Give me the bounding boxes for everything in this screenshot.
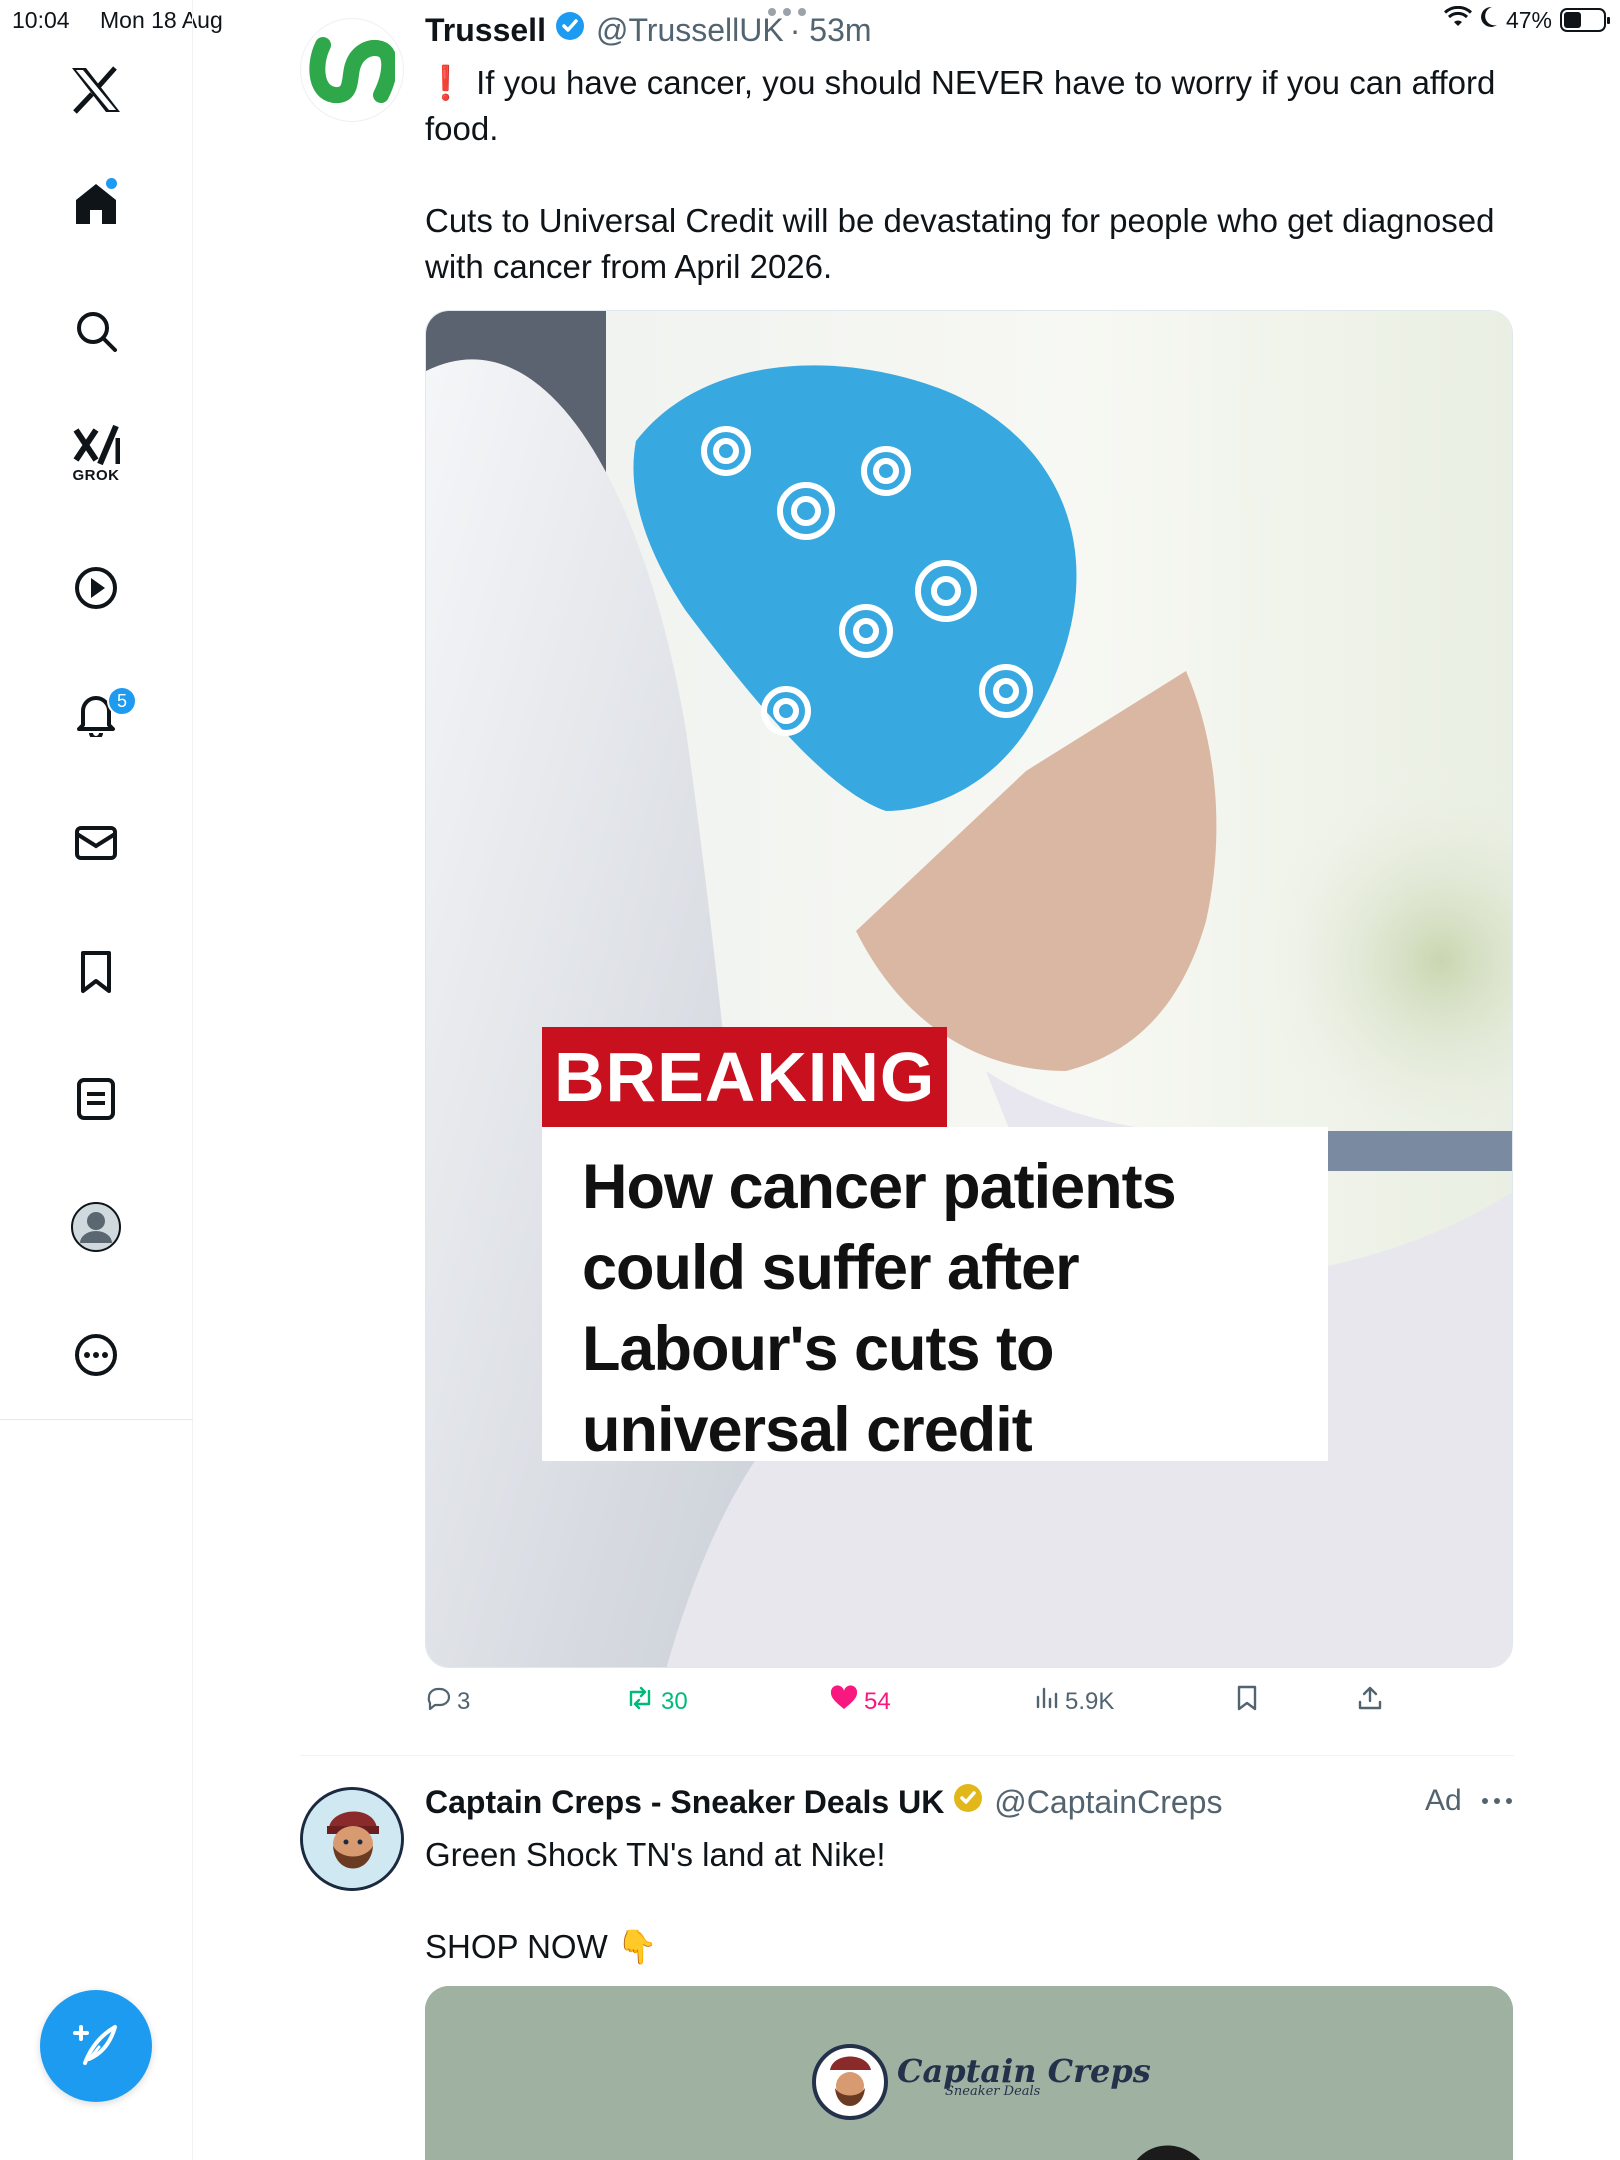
- grok-icon: [72, 424, 120, 466]
- sidebar-item-grok[interactable]: GROK: [61, 419, 131, 489]
- tweet-header: Trussell @TrussellUK · 53m: [425, 10, 872, 50]
- headline-box: How cancer patients could suffer after L…: [542, 1127, 1328, 1465]
- tweet-actions: 3 30 54 5.9K: [425, 1685, 1425, 1729]
- ad-cta-text: SHOP NOW: [425, 1928, 608, 1965]
- bookmark-icon: [1235, 1685, 1259, 1718]
- sidebar-item-video[interactable]: [61, 553, 131, 623]
- ad-logo-subtext: Sneaker Deals: [945, 2084, 1041, 2099]
- bookmark-icon: [73, 949, 119, 995]
- sidebar: GROK 5: [0, 0, 193, 2160]
- sidebar-item-profile[interactable]: [61, 1192, 131, 1262]
- compose-button[interactable]: [40, 1990, 152, 2102]
- headline-line-1: How cancer patients: [582, 1152, 1177, 1222]
- author-handle[interactable]: @TrussellUK: [596, 12, 784, 49]
- tweet-text-line-2: Cuts to Universal Credit will be devasta…: [425, 202, 1495, 285]
- sidebar-item-more[interactable]: [61, 1320, 131, 1390]
- ad-text: Green Shock TN's land at Nike! SHOP NOW …: [425, 1832, 886, 1970]
- breaking-label: BREAKING: [542, 1027, 948, 1127]
- share-button[interactable]: [1357, 1685, 1383, 1718]
- views-count: 5.9K: [1065, 1687, 1115, 1715]
- repost-count: 30: [661, 1687, 688, 1715]
- exclamation-emoji: ❗: [425, 64, 467, 101]
- ad-author-name[interactable]: Captain Creps - Sneaker Deals UK: [425, 1784, 944, 1821]
- headline-line-4: universal credit: [582, 1395, 1033, 1465]
- ad-author-handle[interactable]: @CaptainCreps: [994, 1784, 1222, 1821]
- pointing-down-emoji: 👇: [616, 1928, 659, 1965]
- more-options-icon[interactable]: [1480, 1786, 1514, 1821]
- repost-icon: [625, 1685, 655, 1718]
- reply-icon: [425, 1685, 451, 1718]
- more-icon: [73, 1332, 119, 1378]
- trussell-avatar[interactable]: [300, 18, 404, 122]
- heart-icon: [830, 1685, 858, 1718]
- home-notification-dot: [106, 178, 117, 189]
- gold-verified-badge-icon: [952, 1782, 984, 1822]
- profile-icon: [70, 1201, 122, 1253]
- notification-badge: 5: [107, 686, 137, 716]
- list-icon: [73, 1076, 119, 1122]
- battery-percent: 47%: [1505, 6, 1552, 33]
- share-icon: [1357, 1685, 1383, 1718]
- play-icon: [73, 565, 119, 611]
- like-button[interactable]: 54: [830, 1685, 891, 1718]
- sidebar-item-bookmarks[interactable]: [61, 937, 131, 1007]
- status-right: 47%: [1443, 5, 1610, 34]
- tweet-text-line-1: If you have cancer, you should NEVER hav…: [425, 64, 1496, 147]
- ad-text-line-1: Green Shock TN's land at Nike!: [425, 1836, 886, 1873]
- sidebar-item-lists[interactable]: [61, 1064, 131, 1134]
- sidebar-item-home[interactable]: [61, 168, 131, 238]
- captain-creps-logo-icon: [303, 1790, 401, 1888]
- views-chart-icon: [1033, 1685, 1059, 1718]
- headline-line-3: Labour's cuts to: [582, 1314, 1055, 1384]
- battery-icon: [1560, 8, 1610, 32]
- author-name[interactable]: Trussell: [425, 12, 546, 49]
- like-count: 54: [864, 1687, 891, 1715]
- tweet-media-image[interactable]: BREAKING How cancer patients could suffe…: [425, 310, 1513, 1668]
- sidebar-divider: [0, 1419, 193, 1420]
- bookmark-button[interactable]: [1235, 1685, 1259, 1718]
- tweet-divider: [300, 1755, 1514, 1756]
- reply-count: 3: [457, 1687, 471, 1715]
- trussell-logo-icon: [309, 37, 395, 103]
- repost-button[interactable]: 30: [625, 1685, 688, 1718]
- envelope-icon: [73, 820, 119, 866]
- sidebar-item-notifications[interactable]: 5: [61, 679, 137, 749]
- wifi-icon: [1443, 5, 1472, 34]
- ad-header: Captain Creps - Sneaker Deals UK @Captai…: [425, 1782, 1222, 1822]
- views-button[interactable]: 5.9K: [1033, 1685, 1114, 1718]
- tweet-time[interactable]: · 53m: [790, 12, 872, 49]
- x-logo-icon[interactable]: [61, 55, 131, 125]
- grok-label: GROK: [72, 467, 120, 484]
- compose-icon: [71, 2019, 121, 2074]
- ad-media-image[interactable]: Captain Creps Sneaker Deals: [425, 1986, 1513, 2160]
- sidebar-item-messages[interactable]: [61, 808, 131, 878]
- reply-button[interactable]: 3: [425, 1685, 470, 1718]
- moon-icon: [1480, 6, 1498, 34]
- search-icon: [73, 308, 119, 354]
- ad-label: Ad: [1425, 1784, 1462, 1817]
- captain-creps-avatar[interactable]: [300, 1787, 404, 1891]
- sidebar-item-explore[interactable]: [61, 296, 131, 366]
- tweet-text: ❗ If you have cancer, you should NEVER ha…: [425, 60, 1515, 290]
- headline-line-2: could suffer after: [582, 1233, 1080, 1303]
- verified-badge-icon: [554, 10, 586, 50]
